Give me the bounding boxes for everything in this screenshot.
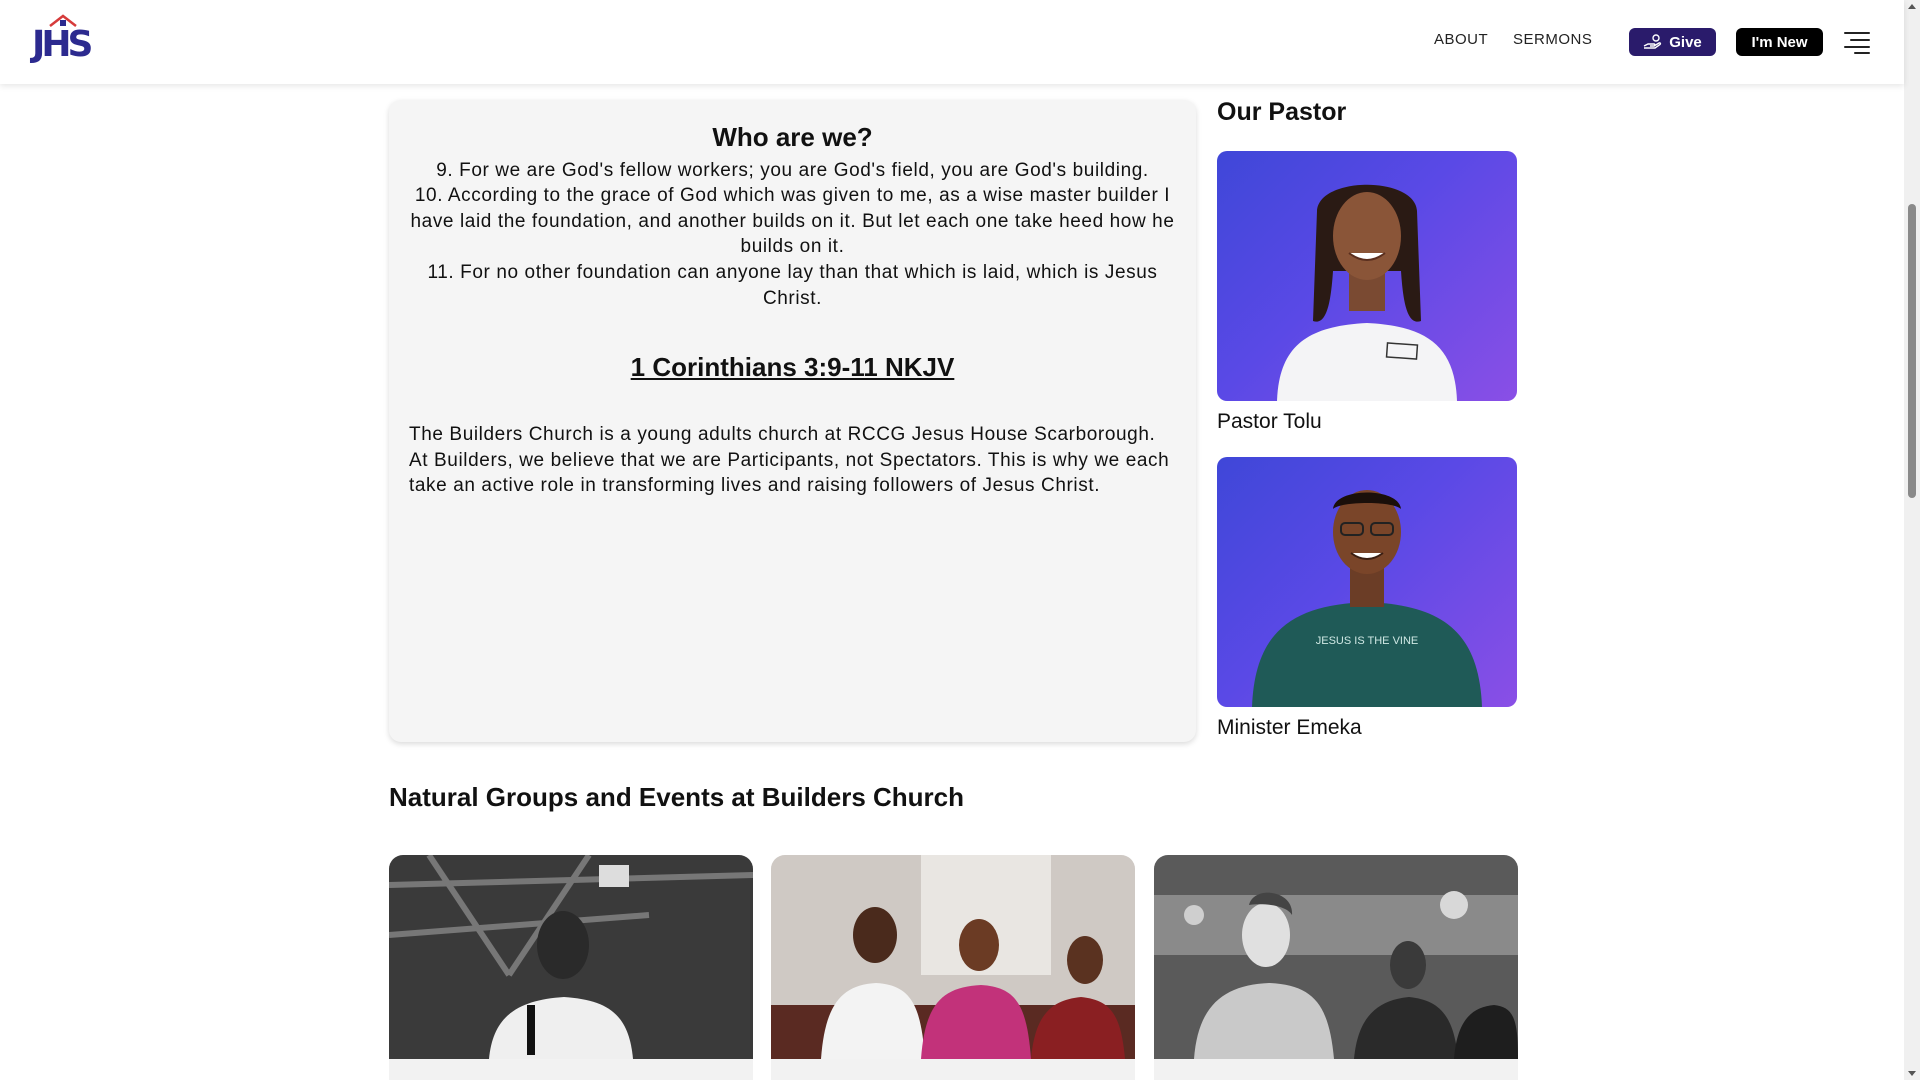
- group-photo-speaker: [389, 855, 753, 1059]
- giving-hand-icon: [1643, 34, 1662, 49]
- minister-emeka-photo[interactable]: JESUS IS THE VINE: [1217, 457, 1517, 707]
- jhs-logo[interactable]: JHS: [32, 14, 96, 64]
- verse-11: 11. For no other foundation can anyone l…: [427, 262, 1158, 309]
- verse-9: 9. For we are God's fellow workers; you …: [436, 160, 1149, 181]
- pastor-tolu-name: Pastor Tolu: [1217, 410, 1322, 433]
- who-are-we-card: Who are we? 9. For we are God's fellow w…: [389, 100, 1196, 742]
- nav-about-link[interactable]: ABOUT: [1434, 31, 1488, 48]
- scripture-reference-link[interactable]: 1 Corinthians 3:9-11 NKJV: [389, 352, 1196, 383]
- who-are-we-title: Who are we?: [712, 122, 873, 152]
- group-photo-worship: [771, 855, 1135, 1059]
- shirt-text: JESUS IS THE VINE: [1316, 635, 1419, 647]
- site-header: JHS ABOUT SERMONS Give I'm New: [0, 0, 1904, 84]
- page-scrollbar[interactable]: [1904, 0, 1920, 1080]
- scroll-thumb[interactable]: [1908, 204, 1916, 498]
- im-new-button[interactable]: I'm New: [1736, 28, 1823, 56]
- groups-events-heading: Natural Groups and Events at Builders Ch…: [389, 782, 964, 812]
- pastor-tolu-portrait: [1277, 184, 1457, 401]
- logo-text: JHS: [32, 24, 93, 65]
- pastor-tolu-photo[interactable]: [1217, 151, 1517, 401]
- nav-sermons-link[interactable]: SERMONS: [1513, 31, 1592, 48]
- verse-10: 10. According to the grace of God which …: [410, 185, 1175, 257]
- group-photo-prayer: [1154, 855, 1518, 1059]
- minister-emeka-name: Minister Emeka: [1217, 716, 1362, 739]
- group-card[interactable]: [771, 855, 1135, 1080]
- hamburger-menu-icon[interactable]: [1844, 31, 1870, 54]
- give-button[interactable]: Give: [1629, 28, 1716, 56]
- scroll-down-arrow-icon[interactable]: [1908, 1071, 1916, 1076]
- minister-emeka-portrait: JESUS IS THE VINE: [1252, 490, 1482, 707]
- group-card[interactable]: [1154, 855, 1518, 1080]
- our-pastor-heading: Our Pastor: [1217, 98, 1347, 126]
- give-button-label: Give: [1669, 33, 1702, 51]
- group-card[interactable]: [389, 855, 753, 1080]
- scroll-up-arrow-icon[interactable]: [1908, 4, 1916, 9]
- church-description: The Builders Church is a young adults ch…: [409, 424, 1170, 496]
